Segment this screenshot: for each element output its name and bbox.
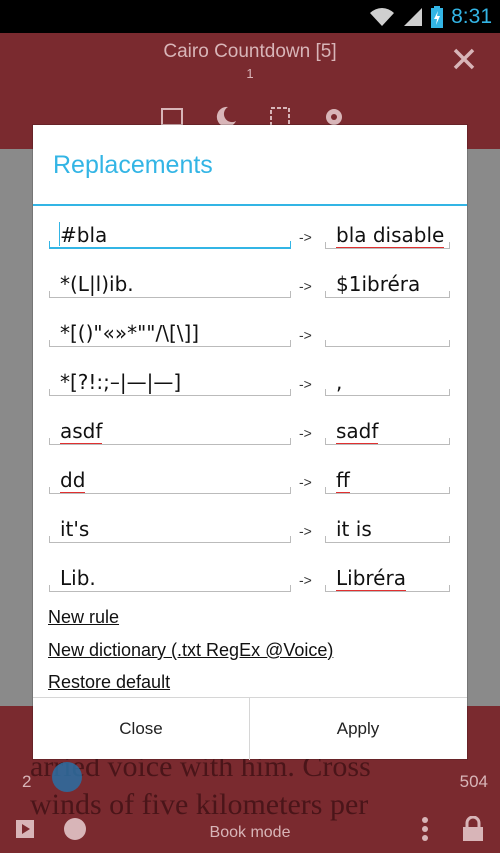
- find-pattern-input[interactable]: Lib.: [49, 562, 291, 592]
- find-pattern-input[interactable]: *(L|l)ib.: [49, 268, 291, 298]
- arrow-label: ->: [299, 425, 312, 441]
- status-bar: 8:31: [0, 0, 500, 33]
- dialog-button-bar: Close Apply: [33, 697, 467, 760]
- find-pattern-input[interactable]: *[?!:;–|—|—]: [49, 366, 291, 396]
- status-time: 8:31: [451, 4, 492, 28]
- replacement-rule-row: *(L|l)ib. -> $1ibréra: [33, 268, 467, 317]
- replacement-rule-row: it's -> it is: [33, 513, 467, 562]
- replacement-text-input[interactable]: bla disable: [325, 219, 450, 249]
- arrow-label: ->: [299, 376, 312, 392]
- apply-button[interactable]: Apply: [250, 698, 466, 760]
- find-pattern-input[interactable]: #bla: [49, 219, 291, 249]
- replacement-rule-row: #bla -> bla disable: [33, 219, 467, 268]
- book-title: Cairo Countdown [5]: [163, 41, 337, 62]
- page-number-right: 504: [459, 772, 488, 791]
- replacement-rule-row: *[?!:;–|—|—] -> ,: [33, 366, 467, 415]
- battery-charging-icon: [431, 5, 444, 28]
- close-button[interactable]: Close: [33, 698, 250, 760]
- arrow-label: ->: [299, 572, 312, 588]
- find-pattern-input[interactable]: it's: [49, 513, 291, 543]
- arrow-label: ->: [299, 474, 312, 490]
- restore-default-link[interactable]: Restore default: [48, 672, 170, 693]
- replacement-text-input[interactable]: [325, 317, 450, 347]
- wifi-icon: [370, 7, 395, 26]
- replacements-dialog: Replacements #bla -> bla disable *(L|l)i…: [33, 125, 467, 760]
- page-indicator: 1: [246, 66, 254, 81]
- replacement-rule-row: dd -> ff: [33, 464, 467, 513]
- find-pattern-input[interactable]: asdf: [49, 415, 291, 445]
- signal-icon: [404, 7, 423, 26]
- arrow-label: ->: [299, 278, 312, 294]
- replacement-text-input[interactable]: ff: [325, 464, 450, 494]
- new-dictionary-link[interactable]: New dictionary (.txt RegEx @Voice): [48, 640, 333, 661]
- page-number-left: 2: [22, 772, 32, 791]
- arrow-label: ->: [299, 327, 312, 343]
- close-icon[interactable]: [452, 47, 476, 71]
- more-vert-icon[interactable]: [412, 816, 438, 842]
- find-pattern-input[interactable]: dd: [49, 464, 291, 494]
- replacement-text-input[interactable]: ,: [325, 366, 450, 396]
- replacement-text-input[interactable]: $1ibréra: [325, 268, 450, 298]
- lock-icon[interactable]: [460, 816, 486, 842]
- tts-indicator[interactable]: [52, 762, 82, 792]
- replacement-text-input[interactable]: Libréra: [325, 562, 450, 592]
- new-rule-link[interactable]: New rule: [48, 607, 119, 628]
- title-divider: [33, 204, 467, 206]
- dialog-title: Replacements: [53, 151, 213, 179]
- replacement-text-input[interactable]: it is: [325, 513, 450, 543]
- find-pattern-input[interactable]: *[()"«»*""/\[\]]: [49, 317, 291, 347]
- replacement-text-input[interactable]: sadf: [325, 415, 450, 445]
- replacement-rule-row: *[()"«»*""/\[\]] ->: [33, 317, 467, 366]
- arrow-label: ->: [299, 229, 312, 245]
- arrow-label: ->: [299, 523, 312, 539]
- replacement-rule-row: Lib. -> Libréra: [33, 562, 467, 611]
- replacement-rule-row: asdf -> sadf: [33, 415, 467, 464]
